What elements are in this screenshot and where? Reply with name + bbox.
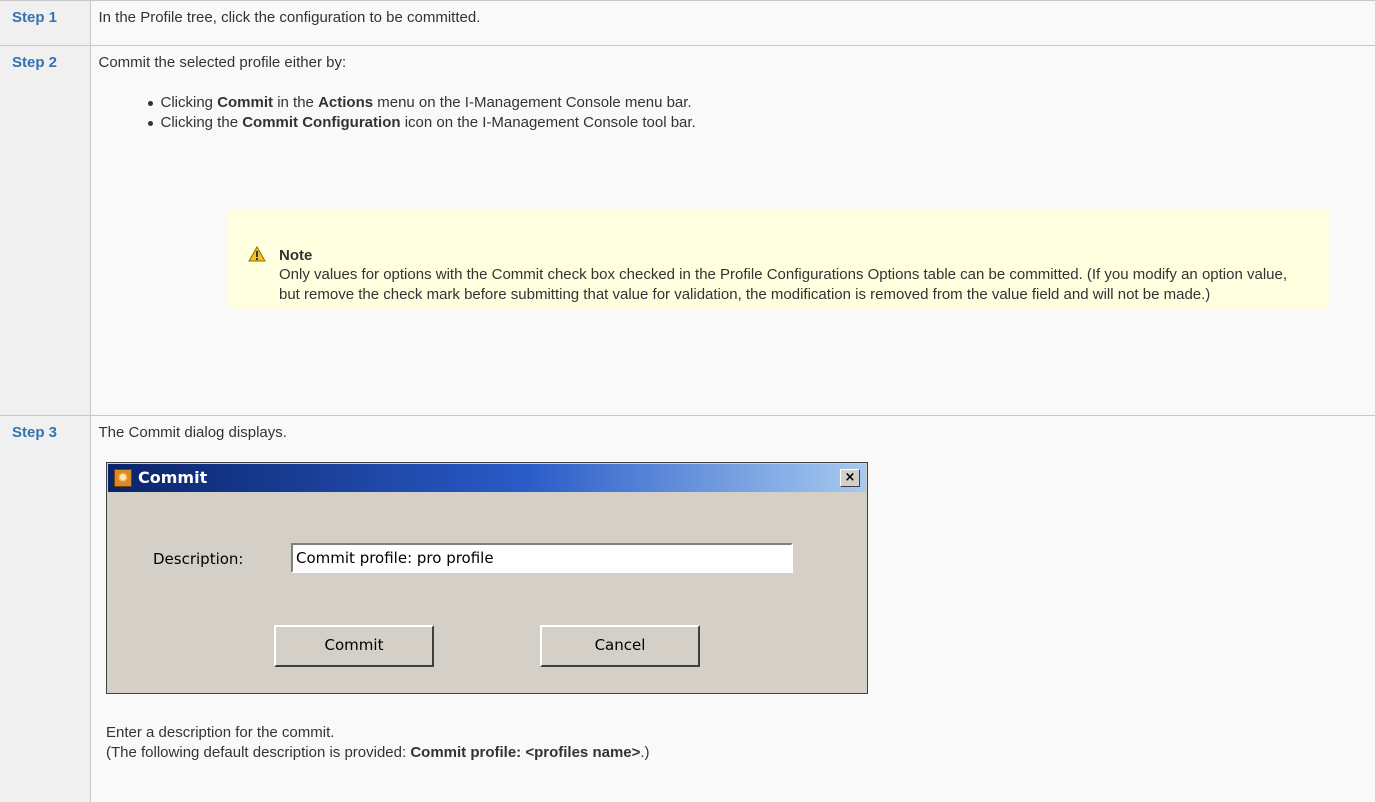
step-label: Step 2 bbox=[0, 46, 90, 416]
commit-button[interactable]: Commit bbox=[274, 625, 434, 667]
description-label: Description: bbox=[153, 550, 243, 568]
list-item: Clicking Commit in the Actions menu on t… bbox=[161, 93, 1375, 113]
step-row-1: Step 1 In the Profile tree, click the co… bbox=[0, 1, 1375, 46]
instruction-text: Enter a description for the commit. bbox=[106, 723, 1306, 743]
list-item: Clicking the Commit Configuration icon o… bbox=[161, 113, 1375, 133]
followup-text: .) bbox=[640, 744, 649, 761]
bullet-text: Clicking bbox=[161, 94, 218, 111]
bullet-list: Clicking Commit in the Actions menu on t… bbox=[99, 93, 1375, 133]
warning-icon bbox=[248, 246, 266, 262]
close-icon[interactable]: × bbox=[840, 469, 860, 487]
step-text: In the Profile tree, click the configura… bbox=[99, 9, 481, 26]
followup-text: (The following default description is pr… bbox=[106, 744, 410, 761]
bullet-text: in the bbox=[273, 94, 318, 111]
commit-dialog: ✹ Commit × Description: Commit Cancel bbox=[106, 462, 868, 694]
note-panel: Note Only values for options with the Co… bbox=[228, 210, 1330, 310]
dialog-titlebar[interactable]: ✹ Commit × bbox=[108, 464, 866, 492]
step-label: Step 1 bbox=[0, 1, 90, 46]
step-text: The Commit dialog displays. bbox=[99, 424, 287, 441]
bullet-text: icon on the I-Management Console tool ba… bbox=[401, 114, 696, 131]
bullet-bold: Commit Configuration bbox=[242, 114, 400, 131]
step-3-followup: Enter a description for the commit. (The… bbox=[106, 723, 1306, 763]
bullet-text: Clicking the bbox=[161, 114, 243, 131]
step-body: In the Profile tree, click the configura… bbox=[90, 1, 1375, 46]
description-input[interactable] bbox=[291, 543, 793, 573]
app-gear-icon: ✹ bbox=[114, 469, 132, 487]
bullet-text: menu on the I-Management Console menu ba… bbox=[373, 94, 692, 111]
note-title: Note bbox=[279, 247, 312, 264]
step-label: Step 3 bbox=[0, 416, 90, 802]
dialog-title: Commit bbox=[138, 468, 207, 487]
note-text: Only values for options with the Commit … bbox=[279, 265, 1309, 305]
default-description-text: (The following default description is pr… bbox=[106, 743, 1306, 763]
bullet-bold: Actions bbox=[318, 94, 373, 111]
step-text: Commit the selected profile either by: bbox=[99, 54, 347, 71]
cancel-button[interactable]: Cancel bbox=[540, 625, 700, 667]
followup-bold: Commit profile: <profiles name> bbox=[410, 744, 640, 761]
bullet-bold: Commit bbox=[217, 94, 273, 111]
